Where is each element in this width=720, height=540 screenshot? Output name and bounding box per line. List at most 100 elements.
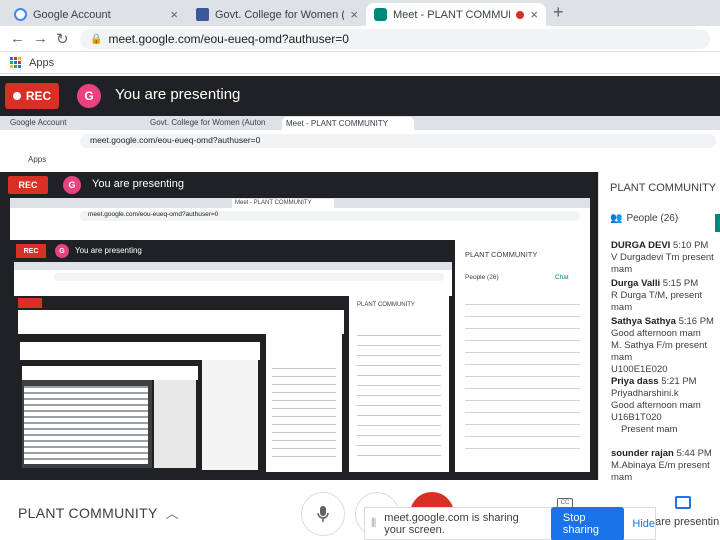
back-arrow-icon[interactable]: ← bbox=[10, 30, 25, 47]
nested-community: PLANT COMMUNITY bbox=[357, 302, 415, 308]
nested-chat-lines bbox=[272, 364, 336, 464]
google-icon bbox=[14, 8, 27, 21]
nested-community: PLANT COMMUNITY bbox=[465, 250, 538, 259]
nested-side-panel-5 bbox=[266, 334, 342, 472]
presenting-status: You are presenting bbox=[115, 86, 241, 103]
nested-tab: Meet - PLANT COMMUNITY bbox=[282, 117, 414, 130]
microphone-icon bbox=[317, 506, 329, 522]
nested-side-panel-6 bbox=[202, 360, 258, 470]
nested-browser-level-3: Meet - PLANT COMMUNITY meet.google.com/e… bbox=[10, 198, 590, 240]
nested-browser-level-2: Google Account Govt. College for Women (… bbox=[0, 116, 720, 172]
nested-url: meet.google.com/eou-eueq-omd?authuser=0 bbox=[80, 134, 716, 148]
chat-time: 5:15 PM bbox=[662, 278, 699, 289]
chat-text: Present mam bbox=[621, 424, 678, 435]
meeting-name: PLANT COMMUNITY bbox=[18, 504, 158, 521]
chat-sender: DURGA DEVI bbox=[611, 240, 671, 251]
chat-time: 5:21 PM bbox=[661, 376, 697, 387]
hide-button[interactable]: Hide bbox=[632, 518, 655, 530]
nested-browser-level-4 bbox=[14, 262, 452, 296]
people-tab[interactable]: 👥 People (26) bbox=[610, 213, 678, 224]
nested-side-panel-7 bbox=[154, 380, 196, 468]
close-icon[interactable]: × bbox=[530, 7, 538, 22]
close-icon[interactable]: × bbox=[350, 7, 358, 22]
tab-title: Govt. College for Women (Auton bbox=[215, 8, 344, 21]
microphone-button[interactable] bbox=[301, 492, 345, 536]
recording-dot-icon bbox=[516, 10, 525, 19]
calendar-icon bbox=[196, 8, 209, 21]
tab-meet[interactable]: Meet - PLANT COMMUNITY × bbox=[366, 3, 546, 26]
url-field[interactable]: 🔒 meet.google.com/eou-eueq-omd?authuser=… bbox=[80, 29, 710, 49]
chat-message: DURGA DEVI 5:10 PM V Durgadevi Tm presen… bbox=[611, 240, 719, 276]
nested-url-bar bbox=[54, 273, 444, 281]
reload-icon[interactable]: ↻ bbox=[56, 30, 69, 48]
chat-time: 5:16 PM bbox=[678, 316, 714, 327]
chat-message: Priya dass 5:21 PM Priyadharshini.k Good… bbox=[611, 376, 719, 436]
nested-tab: Google Account bbox=[10, 118, 67, 127]
url-text: meet.google.com/eou-eueq-omd?authuser=0 bbox=[108, 32, 349, 46]
meeting-details[interactable]: PLANT COMMUNITY ︿ bbox=[18, 503, 179, 522]
nested-avatar: G bbox=[63, 176, 81, 194]
nested-side-panel-4: PLANT COMMUNITY bbox=[349, 296, 449, 472]
people-label: People (26) bbox=[626, 213, 679, 224]
forward-arrow-icon[interactable]: → bbox=[33, 30, 48, 47]
chat-sender: Durga Valli bbox=[611, 278, 661, 289]
chat-time: 5:10 PM bbox=[672, 240, 709, 251]
chat-time: 5:44 PM bbox=[676, 448, 712, 459]
present-screen-icon[interactable] bbox=[675, 496, 691, 509]
screen-share-notice: ⦀ meet.google.com is sharing your screen… bbox=[364, 506, 656, 540]
nested-tab: Govt. College for Women (Auton bbox=[150, 118, 266, 127]
bookmarks-bar: Apps bbox=[0, 52, 720, 74]
nested-rec: REC bbox=[8, 176, 48, 194]
nested-chat: Chat bbox=[555, 274, 569, 281]
chat-message: Sathya Sathya 5:16 PM Good afternoon mam… bbox=[611, 316, 719, 376]
nested-tab: Meet - PLANT COMMUNITY bbox=[232, 199, 334, 208]
chat-sender: sounder rajan bbox=[611, 448, 674, 459]
chat-text: U100E1E020 bbox=[611, 364, 668, 375]
tab-title: Meet - PLANT COMMUNITY bbox=[393, 8, 510, 21]
meet-icon bbox=[374, 8, 387, 21]
chat-text: U16B1T020 bbox=[611, 412, 662, 423]
nested-deep-content bbox=[24, 386, 148, 464]
lock-icon: 🔒 bbox=[90, 33, 103, 45]
apps-grid-icon bbox=[10, 57, 21, 68]
nested-avatar: G bbox=[55, 244, 69, 258]
chat-text: V Durgadevi Tm present mam bbox=[611, 252, 714, 275]
rec-label: REC bbox=[25, 89, 52, 103]
people-icon: 👥 bbox=[610, 213, 623, 224]
screen: Google Account × Govt. College for Women… bbox=[0, 0, 720, 540]
avatar: G bbox=[77, 84, 101, 108]
nested-presenting-text: You are presenting bbox=[92, 178, 184, 190]
nested-chat-lines bbox=[357, 330, 441, 460]
nested-apps: Apps bbox=[28, 155, 47, 164]
drag-handle-icon[interactable]: ⦀ bbox=[371, 516, 376, 531]
chat-sender: Sathya Sathya bbox=[611, 316, 676, 327]
chat-text: Good afternoon mam bbox=[611, 328, 701, 339]
tab-google-account[interactable]: Google Account × bbox=[6, 3, 186, 26]
nested-url: meet.google.com/eou-eueq-omd?authuser=0 bbox=[80, 211, 580, 221]
chat-text: M. Sathya F/m present mam bbox=[611, 340, 708, 363]
present-now-label[interactable]: are presentin bbox=[655, 516, 719, 528]
chat-sender: Priya dass bbox=[611, 376, 659, 387]
stop-sharing-button[interactable]: Stop sharing bbox=[550, 506, 625, 540]
close-icon[interactable]: × bbox=[170, 7, 178, 22]
side-panel-title: PLANT COMMUNITY bbox=[610, 182, 717, 194]
chat-tab-indicator[interactable] bbox=[715, 214, 720, 232]
nested-rec-mark bbox=[18, 298, 42, 308]
bookmark-apps[interactable]: Apps bbox=[29, 57, 54, 69]
nested-side-panel-3: PLANT COMMUNITY People (26) Chat bbox=[455, 240, 590, 472]
nested-browser-level-7 bbox=[22, 366, 198, 380]
nested-tab-bar bbox=[14, 262, 452, 270]
chat-text: Good afternoon mam bbox=[611, 400, 701, 411]
tab-govt-college[interactable]: Govt. College for Women (Auton × bbox=[188, 3, 366, 26]
presenting-bar bbox=[0, 76, 720, 116]
new-tab-icon[interactable]: + bbox=[553, 2, 564, 23]
nested-chat-lines bbox=[465, 298, 580, 458]
share-notice-text: meet.google.com is sharing your screen. bbox=[384, 511, 519, 536]
chat-message: Durga Valli 5:15 PM R Durga T/M, present… bbox=[611, 278, 719, 314]
chevron-up-icon: ︿ bbox=[165, 506, 179, 521]
chat-message: sounder rajan 5:44 PM M.Abinaya E/m pres… bbox=[611, 448, 719, 484]
rec-button[interactable]: REC bbox=[5, 83, 59, 109]
chat-text: R Durga T/M, present mam bbox=[611, 290, 703, 313]
tab-title: Google Account bbox=[33, 8, 111, 21]
record-icon bbox=[12, 92, 21, 100]
